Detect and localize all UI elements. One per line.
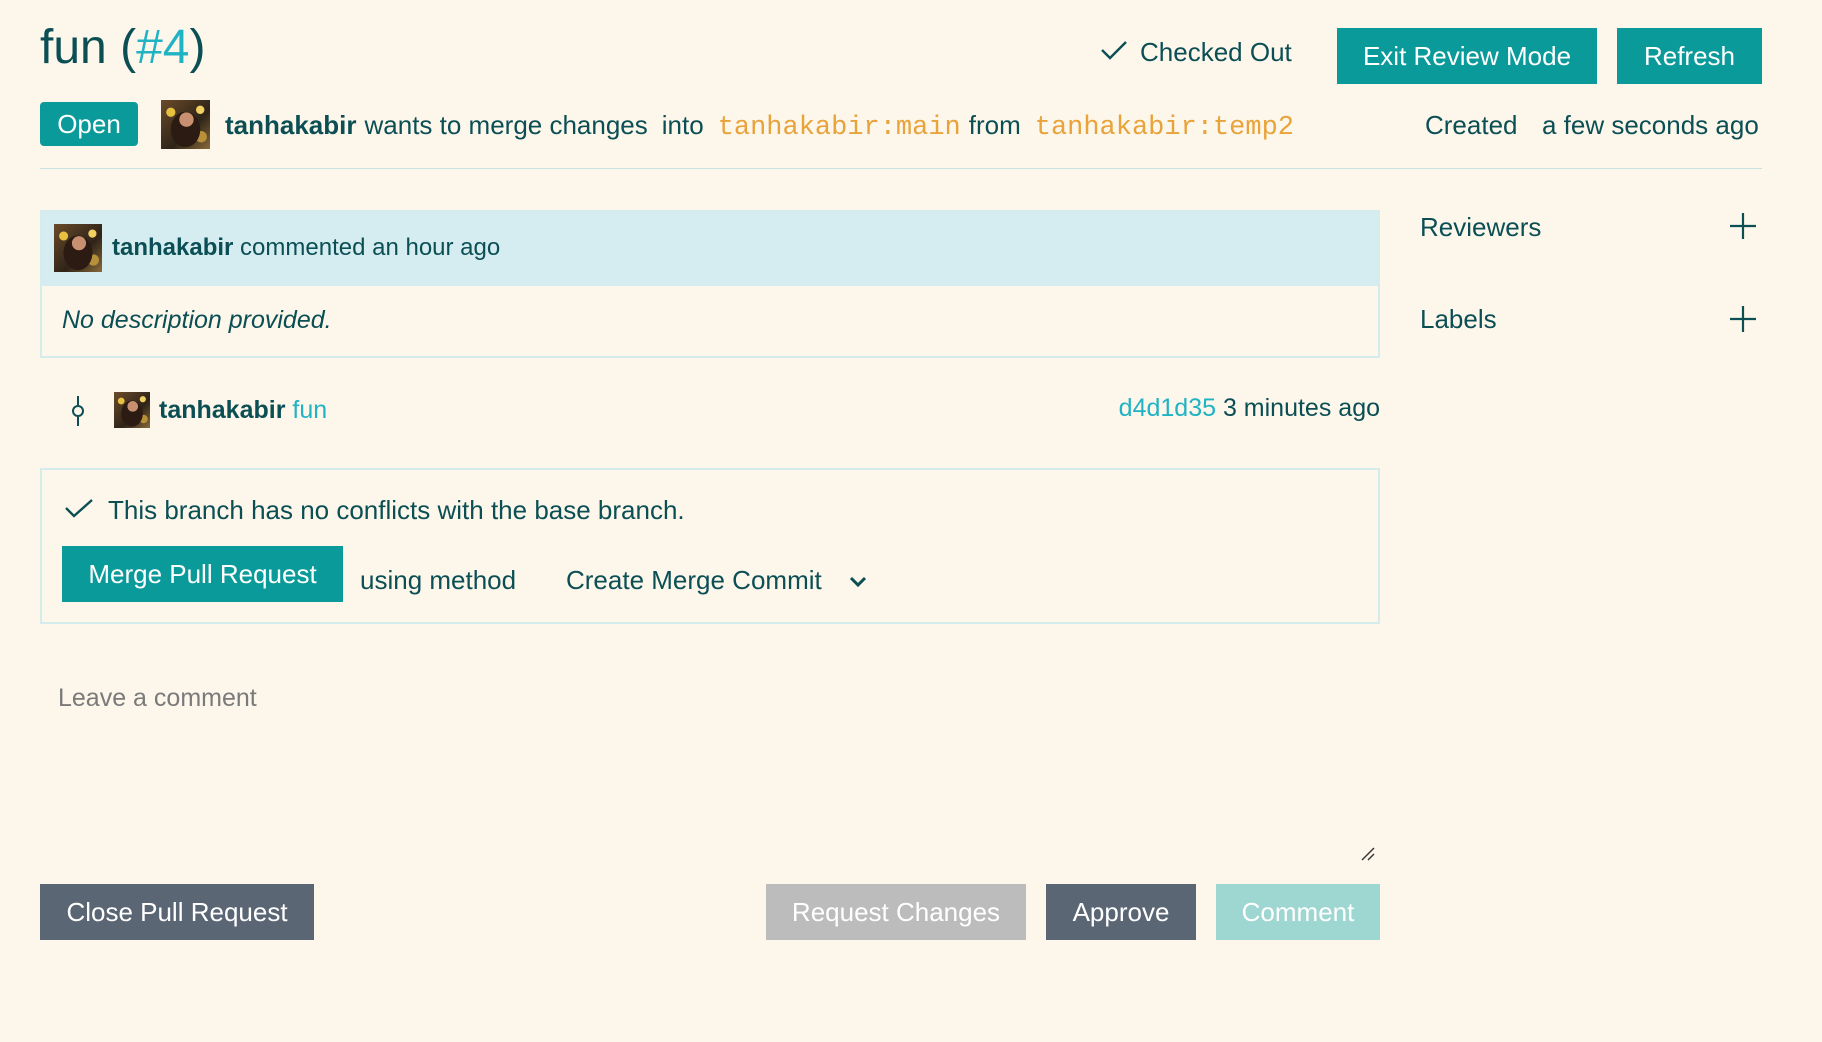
target-branch: tanhakabir:main [717,113,961,143]
check-icon [1100,34,1128,70]
checked-out-label: Checked Out [1140,37,1292,67]
pr-number-link[interactable]: #4 [136,21,189,74]
source-branch: tanhakabir:temp2 [1034,113,1294,143]
add-reviewer-plus-icon[interactable] [1729,212,1757,245]
created-time: a few seconds ago [1541,110,1759,140]
commit-author-avatar[interactable] [114,392,150,428]
commit-author-link[interactable]: tanhakabir [159,396,285,424]
from-text: from [968,110,1021,140]
header-divider [40,168,1762,169]
request-changes-button[interactable]: Request Changes [766,884,1026,940]
pr-number-paren: (#4) [120,21,206,74]
wants-text: wants to merge changes [364,110,648,140]
commit-summary: tanhakabir fun [159,394,327,426]
refresh-button[interactable]: Refresh [1617,28,1762,84]
chevron-down-icon [848,558,868,602]
commit-time: 3 minutes ago [1222,394,1380,422]
check-icon [64,492,94,528]
reviewers-label: Reviewers [1420,212,1542,242]
checked-out-indicator: Checked Out [1100,34,1292,70]
comment-action-text: commented an hour ago [240,234,501,261]
author-avatar[interactable] [161,100,210,149]
commit-sha-link[interactable]: d4d1d35 [1119,394,1216,422]
author-link[interactable]: tanhakabir [225,106,357,144]
approve-button[interactable]: Approve [1046,884,1196,940]
using-method-text: using method [360,565,517,595]
description-comment: tanhakabir commented an hour ago No desc… [40,210,1380,358]
resize-handle-icon[interactable] [1360,846,1376,867]
merge-panel: This branch has no conflicts with the ba… [40,468,1380,624]
commit-icon [70,396,86,431]
exit-review-mode-button[interactable]: Exit Review Mode [1337,28,1597,84]
pr-title-text: fun [40,21,107,74]
commit-message-link[interactable]: fun [292,396,327,424]
comment-header-text: tanhakabir commented an hour ago [112,232,500,264]
merge-method-value: Create Merge Commit [566,565,822,595]
labels-label: Labels [1420,304,1497,334]
merge-status: This branch has no conflicts with the ba… [64,492,685,528]
merge-method-select[interactable]: Create Merge Commit [566,558,868,602]
created-label: Created [1425,110,1518,140]
comment-header: tanhakabir commented an hour ago [42,212,1378,286]
commit-meta: d4d1d35 3 minutes ago [1000,392,1380,424]
merge-summary: tanhakabir wants to merge changes into t… [225,106,1294,147]
close-pull-request-button[interactable]: Close Pull Request [40,884,314,940]
add-label-plus-icon[interactable] [1729,305,1757,338]
merge-status-text: This branch has no conflicts with the ba… [108,495,685,525]
comment-author-link[interactable]: tanhakabir [112,234,233,261]
status-badge: Open [40,102,138,146]
comment-textarea[interactable] [40,668,1380,868]
created-timestamp: Created a few seconds ago [1425,106,1759,144]
merge-pull-request-button[interactable]: Merge Pull Request [62,546,343,602]
comment-button[interactable]: Comment [1216,884,1380,940]
description-body: No description provided. [62,306,332,334]
comment-author-avatar[interactable] [54,224,102,272]
pr-title: fun (#4) [40,18,205,78]
into-text: into [661,110,704,140]
